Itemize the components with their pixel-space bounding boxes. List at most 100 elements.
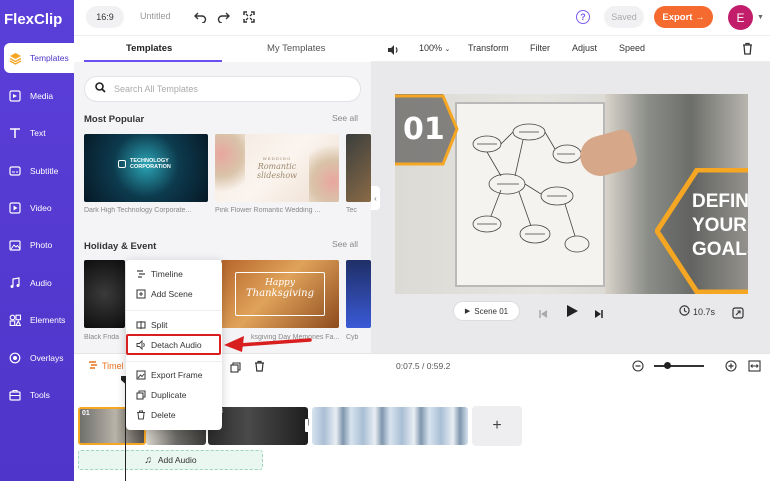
sidebar-item-templates[interactable]: Templates: [4, 43, 74, 73]
flexclip-logo[interactable]: FlexClip: [4, 8, 74, 30]
timeline-clip[interactable]: [312, 407, 468, 445]
sidebar-item-overlays[interactable]: Overlays: [0, 343, 74, 373]
thumbnail-text: WEDDING Romantic slideshow: [257, 156, 297, 180]
transform-button[interactable]: Transform: [468, 43, 509, 53]
sidebar-label: Photo: [30, 240, 53, 250]
clip-number: 01: [82, 410, 90, 417]
timeline-clip[interactable]: 3: [208, 407, 308, 445]
elements-icon: [8, 313, 22, 327]
sidebar-label: Media: [30, 91, 54, 101]
project-title[interactable]: Untitled: [140, 11, 171, 21]
split-icon: [135, 320, 146, 331]
timeline-toggle[interactable]: Timel: [88, 360, 124, 372]
avatar[interactable]: E: [728, 5, 753, 30]
template-thumbnail[interactable]: Happy Thanksgiving: [221, 260, 339, 328]
previous-icon[interactable]: [538, 306, 548, 324]
copy-icon[interactable]: [230, 360, 241, 378]
music-note-icon: ♫: [144, 454, 152, 466]
sidebar-label: Overlays: [30, 353, 64, 363]
export-button[interactable]: Export →: [654, 6, 713, 28]
template-thumbnail[interactable]: [346, 260, 371, 328]
scene-duration[interactable]: 10.7s: [679, 305, 715, 318]
speed-button[interactable]: Speed: [619, 43, 645, 53]
sidebar-item-photo[interactable]: Photo: [0, 230, 74, 260]
sidebar-item-media[interactable]: Media: [0, 81, 74, 111]
next-icon[interactable]: [594, 306, 604, 324]
play-icon: ▶: [464, 308, 471, 315]
trash-icon[interactable]: [742, 42, 753, 60]
sidebar-item-elements[interactable]: Elements: [0, 305, 74, 335]
timeline-icon: [135, 269, 146, 280]
scene-selector[interactable]: ▶ Scene 01: [453, 301, 520, 321]
menu-divider: [126, 361, 222, 362]
preview-toolbar: 100% ⌄ Transform Filter Adjust Speed: [371, 36, 770, 62]
template-thumbnail[interactable]: [346, 134, 371, 202]
add-scene-icon: [135, 289, 146, 300]
sidebar-label: Audio: [30, 278, 52, 288]
sidebar-item-audio[interactable]: Audio: [0, 268, 74, 298]
template-thumbnail[interactable]: TECHNOLOGY CORPORATION: [84, 134, 208, 202]
section-title-most-popular: Most Popular: [84, 114, 145, 125]
see-all-link[interactable]: See all: [332, 113, 358, 123]
sidebar-item-subtitle[interactable]: Subtitle: [0, 156, 74, 186]
redo-icon[interactable]: [215, 9, 231, 25]
search-placeholder: Search All Templates: [114, 84, 198, 94]
see-all-link[interactable]: See all: [332, 239, 358, 249]
menu-item-export-frame[interactable]: Export Frame: [126, 366, 222, 384]
trash-icon: [135, 410, 146, 421]
overlays-icon: [8, 351, 22, 365]
aspect-ratio-button[interactable]: 16:9: [86, 6, 124, 28]
adjust-button[interactable]: Adjust: [572, 43, 597, 53]
export-frame-icon: [135, 370, 146, 381]
add-scene-button[interactable]: +: [472, 406, 522, 446]
search-input[interactable]: Search All Templates: [84, 76, 361, 102]
menu-item-timeline[interactable]: Timeline: [126, 265, 222, 283]
tab-templates[interactable]: Templates: [126, 43, 172, 54]
sidebar-label: Elements: [30, 315, 66, 325]
duplicate-icon: [135, 390, 146, 401]
sidebar-label: Text: [30, 128, 46, 138]
left-sidebar: FlexClip Templates Media Text Subtitle V…: [0, 0, 74, 481]
scene-number: 01: [403, 112, 445, 147]
zoom-slider[interactable]: [654, 365, 704, 367]
chevron-down-icon[interactable]: ▼: [757, 14, 764, 21]
menu-item-split[interactable]: Split: [126, 316, 222, 334]
video-preview[interactable]: 01 DEFINE YOUR GOALS: [395, 94, 748, 294]
text-icon: [8, 126, 22, 140]
tab-my-templates[interactable]: My Templates: [267, 43, 325, 54]
trash-icon[interactable]: [254, 359, 265, 377]
thumbnail-text: TECHNOLOGY CORPORATION: [130, 158, 171, 170]
sidebar-item-tools[interactable]: Tools: [0, 380, 74, 410]
sidebar-item-video[interactable]: Video: [0, 193, 74, 223]
add-audio-button[interactable]: ♫ Add Audio: [78, 450, 263, 470]
detach-audio-highlight: [126, 334, 221, 355]
fit-screen-icon[interactable]: [732, 306, 744, 324]
active-tab-indicator: [84, 60, 222, 62]
undo-icon[interactable]: [192, 9, 208, 25]
templates-icon: [8, 51, 22, 65]
menu-item-duplicate[interactable]: Duplicate: [126, 386, 222, 404]
template-caption: Pink Flower Romantic Wedding ...: [215, 207, 321, 214]
audio-icon: [8, 276, 22, 290]
template-caption: Black Frida: [84, 334, 120, 341]
zoom-in-icon[interactable]: [725, 359, 737, 377]
template-thumbnail[interactable]: WEDDING Romantic slideshow: [215, 134, 339, 202]
transition-handle[interactable]: |: [305, 419, 312, 432]
menu-item-add-scene[interactable]: Add Scene: [126, 285, 222, 303]
template-thumbnail[interactable]: [84, 260, 125, 328]
menu-item-delete[interactable]: Delete: [126, 406, 222, 424]
help-icon[interactable]: ?: [576, 10, 590, 24]
fit-timeline-icon[interactable]: [748, 359, 761, 377]
collapse-panel-button[interactable]: ‹: [371, 186, 380, 210]
play-button[interactable]: [566, 304, 579, 323]
tech-logo-icon: [118, 160, 126, 168]
fullscreen-icon[interactable]: [241, 9, 257, 25]
media-icon: [8, 89, 22, 103]
zoom-slider-handle[interactable]: [664, 362, 671, 369]
zoom-select[interactable]: 100% ⌄: [419, 43, 450, 53]
search-icon: [95, 80, 106, 98]
sidebar-item-text[interactable]: Text: [0, 118, 74, 148]
zoom-out-icon[interactable]: [632, 359, 644, 377]
volume-icon[interactable]: [387, 43, 400, 61]
filter-button[interactable]: Filter: [530, 43, 550, 53]
